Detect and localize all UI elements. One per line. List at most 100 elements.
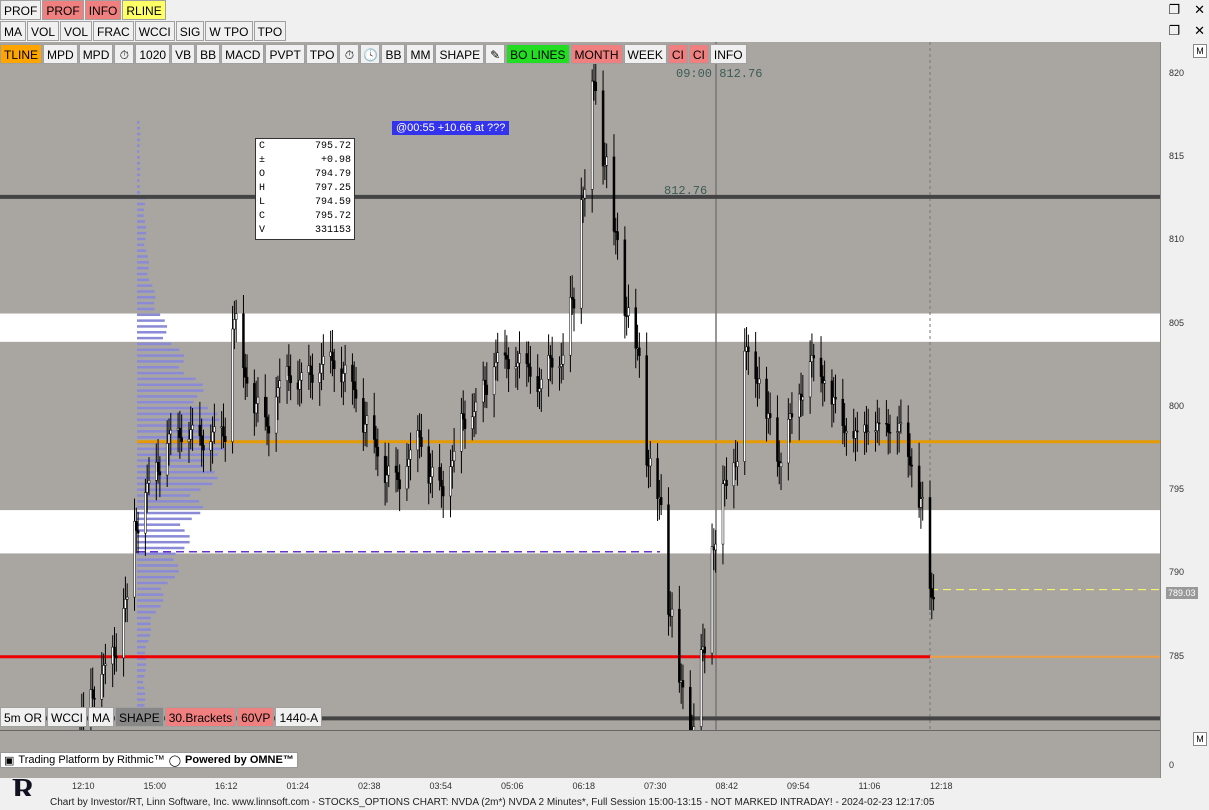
candle-body — [104, 663, 107, 666]
time-axis[interactable]: 12:10 15:00 16:12 01:24 02:38 03:54 05:06 06:18… — [0, 778, 1160, 796]
toolbar1-btn-0[interactable]: PROF — [0, 0, 42, 20]
volume-profile-bar — [137, 680, 144, 684]
candle-body — [418, 430, 421, 438]
toolbar3-btn-1020[interactable]: 1020 — [135, 44, 171, 64]
candle-body — [289, 375, 292, 384]
toolbar1-btn-2[interactable]: INFO — [84, 0, 122, 20]
candle-body — [320, 364, 323, 374]
candle-body — [888, 431, 892, 434]
stopwatch-icon[interactable]: ⏱ — [114, 44, 135, 64]
candle-body — [747, 346, 750, 352]
volume-profile-bar — [137, 669, 146, 672]
volume-profile-bar — [137, 220, 146, 223]
ohlc-key: L — [259, 197, 266, 208]
toolbar3-btn-pvpt[interactable]: PVPT — [265, 44, 305, 64]
bottom-btn-30-brackets[interactable]: 30.Brackets — [164, 707, 237, 727]
candle-body — [135, 521, 138, 531]
toolbar3-btn-tline[interactable]: TLINE — [0, 44, 43, 64]
x-tick-label: 03:54 — [429, 781, 453, 791]
maximize-box[interactable]: M — [1193, 732, 1207, 746]
toolbar2-btn-7[interactable]: TPO — [253, 21, 287, 41]
price-chart[interactable]: C 795.72 ± +0.98 O 794.79 H 797.25 L 794.59 C… — [0, 42, 1160, 730]
stopwatch-icon[interactable]: ⏱ — [339, 44, 360, 64]
volume-profile-bar — [137, 406, 209, 410]
candle-body — [703, 646, 707, 654]
toolbar2-btn-2[interactable]: VOL — [60, 21, 93, 41]
volume-profile-bar — [137, 325, 168, 328]
pencil-icon[interactable]: ✎ — [485, 44, 506, 64]
maximize-box[interactable]: M — [1193, 44, 1207, 58]
toolbar3-btn-month[interactable]: MONTH — [570, 44, 623, 64]
bottom-btn-wcci[interactable]: WCCI — [47, 707, 88, 727]
candle-body — [147, 480, 151, 484]
candle-body — [550, 357, 554, 368]
toolbar2-btn-6[interactable]: W TPO — [205, 21, 253, 41]
rithmic-brand-bar: ▣ Trading Platform by Rithmic™ ◯ Powered… — [0, 752, 298, 768]
toolbar3-btn-mm[interactable]: MM — [406, 44, 435, 64]
bottom-btn-5m-or[interactable]: 5m OR — [0, 707, 47, 727]
window-controls-2: ❐ ✕ — [1168, 23, 1205, 39]
price-axis[interactable]: M 820 815 810 805 800 795 790 785 — [1160, 42, 1209, 730]
volume-profile-bar — [137, 261, 149, 264]
volume-profile-bar — [137, 249, 147, 252]
candle-body — [561, 354, 565, 365]
candle-body — [776, 417, 779, 462]
toolbar3-btn-mpd-1[interactable]: MPD — [43, 44, 78, 64]
toolbar3-btn-ci-1[interactable]: CI — [667, 44, 688, 64]
subpanel-zero-tick: 0 — [1169, 760, 1175, 770]
candle-body — [930, 588, 934, 598]
toolbar3-btn-bb[interactable]: BB — [196, 44, 221, 64]
ohlc-key: C — [259, 211, 266, 222]
candle-body — [485, 384, 489, 395]
candle-body — [819, 357, 823, 377]
candle-body — [352, 381, 356, 391]
close-icon[interactable]: ✕ — [1194, 23, 1205, 39]
toolbar2-btn-4[interactable]: WCCI — [134, 21, 175, 41]
close-icon[interactable]: ✕ — [1194, 2, 1205, 18]
toolbar3-btn-tpo[interactable]: TPO — [305, 44, 339, 64]
bottom-btn-1440-a[interactable]: 1440-A — [275, 707, 323, 727]
toolbar3-btn-ci-2[interactable]: CI — [688, 44, 709, 64]
clock-icon[interactable]: 🕓 — [360, 44, 381, 64]
candle-body — [634, 307, 638, 349]
bottom-btn-shape[interactable]: SHAPE — [115, 707, 164, 727]
ohlc-value: 795.72 — [314, 211, 351, 222]
toolbar3-btn-macd[interactable]: MACD — [221, 44, 265, 64]
candle-body — [471, 416, 474, 429]
toolbar3-btn-bb-2[interactable]: BB — [381, 44, 406, 64]
toolbar3-btn-shape[interactable]: SHAPE — [435, 44, 485, 64]
restore-icon[interactable]: ❐ — [1168, 23, 1180, 39]
toolbar3-btn-info[interactable]: INFO — [709, 44, 747, 64]
toolbar3-btn-week[interactable]: WEEK — [623, 44, 667, 64]
toolbar2-btn-1[interactable]: VOL — [27, 21, 60, 41]
toolbar2-btn-0[interactable]: MA — [0, 21, 26, 41]
candle-body — [100, 673, 104, 700]
restore-icon[interactable]: ❐ — [1168, 2, 1180, 18]
candle-body — [354, 389, 358, 399]
toolbar2-btn-3[interactable]: FRAC — [93, 21, 134, 41]
candle-body — [845, 431, 848, 434]
candle-body — [125, 596, 129, 600]
candle-body — [525, 353, 529, 364]
volume-profile-bar — [137, 185, 140, 188]
bottom-btn-60vp[interactable]: 60VP — [237, 707, 275, 727]
toolbar2-btn-5[interactable]: SIG — [175, 21, 205, 41]
toolbar1-btn-3[interactable]: RLINE — [122, 0, 166, 20]
volume-profile-bar — [137, 663, 147, 666]
bottom-btn-ma[interactable]: MA — [88, 707, 115, 727]
candle-body — [298, 379, 301, 390]
volume-profile-bar — [137, 278, 150, 282]
candle-body — [919, 498, 923, 508]
candle-body — [463, 418, 467, 429]
candle-body — [363, 424, 367, 433]
toolbar3-btn-mpd-2[interactable]: MPD — [78, 44, 114, 64]
candle-body — [699, 649, 703, 727]
volume-profile-bar — [137, 191, 141, 194]
candle-body — [856, 430, 859, 433]
toolbar3-btn-vb[interactable]: VB — [171, 44, 196, 64]
volume-profile-bar — [137, 599, 164, 602]
toolbar3-btn-bo-lines[interactable]: BO LINES — [506, 44, 570, 64]
toolbar1-btn-1[interactable]: PROF — [42, 0, 84, 20]
candle-body — [398, 479, 401, 490]
volume-profile-bar — [137, 622, 151, 626]
